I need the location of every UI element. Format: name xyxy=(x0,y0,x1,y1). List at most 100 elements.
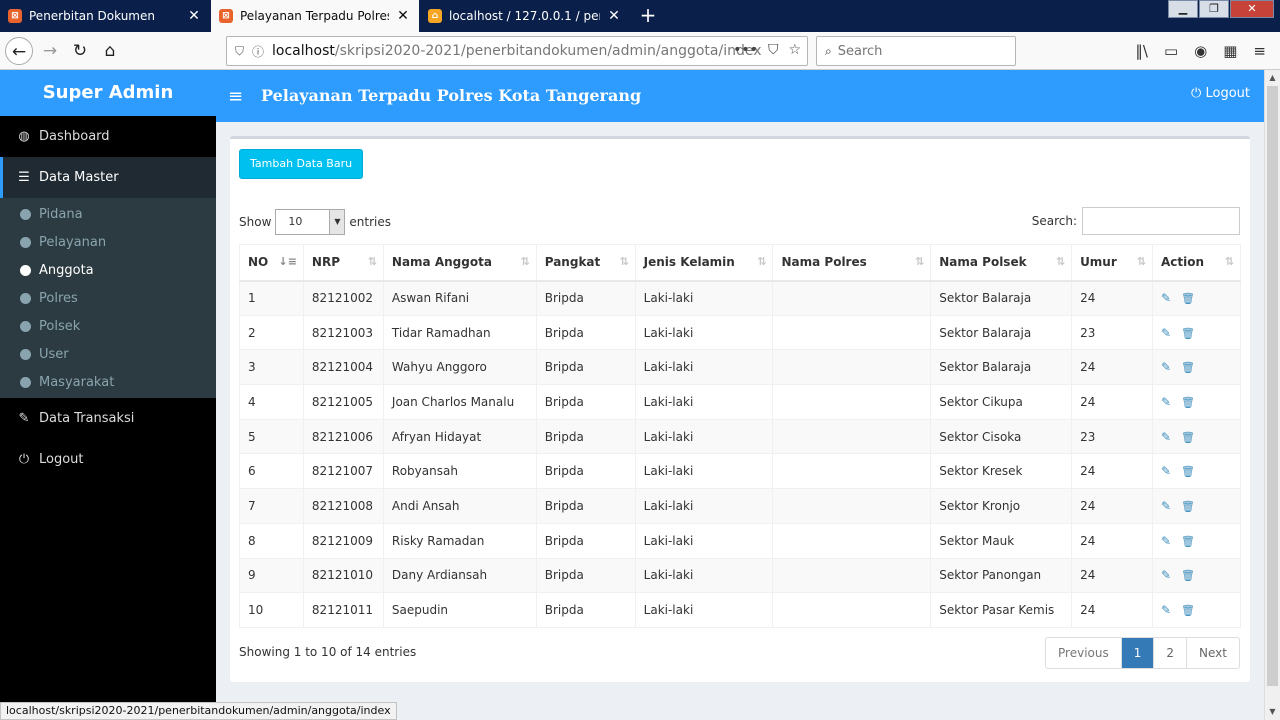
column-header[interactable]: Nama Polres ⇅ xyxy=(772,244,932,282)
sidebar-toggle-icon[interactable]: ▭ xyxy=(1164,42,1178,60)
trash-icon[interactable]: 🗑 xyxy=(1181,292,1195,305)
submenu-item-user[interactable]: User xyxy=(0,340,216,368)
pencil-icon[interactable]: ✎ xyxy=(1161,534,1171,548)
action-cell: ✎ 🗑 xyxy=(1151,384,1242,420)
pagination-next[interactable]: Next xyxy=(1186,638,1239,668)
column-header-label: Umur xyxy=(1080,255,1117,270)
sidebar-item-data-transaksi[interactable]: ✎ Data Transaksi xyxy=(0,398,216,439)
trash-icon[interactable]: 🗑 xyxy=(1181,327,1195,340)
submenu-item-anggota[interactable]: Anggota xyxy=(0,256,216,284)
submenu-item-polres[interactable]: Polres xyxy=(0,284,216,312)
page-length-select[interactable]: 10 ▼ xyxy=(275,209,346,235)
browser-tab-2[interactable]: ⊠ Pelayanan Terpadu Polres Kota ✕ xyxy=(211,0,419,32)
brand-logo[interactable]: Super Admin xyxy=(0,70,216,116)
pencil-icon[interactable]: ✎ xyxy=(1161,464,1171,478)
sort-icon[interactable]: ⇅ xyxy=(619,255,628,268)
scrollbar-thumb[interactable] xyxy=(1267,86,1278,686)
trash-icon[interactable]: 🗑 xyxy=(1181,569,1195,582)
address-bar[interactable]: ⛉ ⓘ localhost/skripsi2020-2021/penerbita… xyxy=(226,36,808,66)
extensions-icon[interactable]: ▦ xyxy=(1223,42,1237,60)
submenu-item-polsek[interactable]: Polsek xyxy=(0,312,216,340)
shield-icon[interactable]: ⛉ xyxy=(235,44,244,59)
table-cell: Dany Ardiansah xyxy=(382,557,537,594)
sort-icon[interactable]: ⇅ xyxy=(1056,255,1065,268)
pagination-previous[interactable]: Previous xyxy=(1046,638,1121,668)
sort-icon[interactable]: ⇅ xyxy=(757,255,766,268)
app-header: ≡ Pelayanan Terpadu Polres Kota Tangeran… xyxy=(216,70,1264,122)
sort-icon[interactable]: ⇅ xyxy=(915,255,924,268)
scroll-up-icon[interactable]: ▲ xyxy=(1265,70,1280,86)
pencil-icon[interactable]: ✎ xyxy=(1161,360,1171,374)
sort-icon[interactable]: ⇅ xyxy=(368,255,377,268)
pagination-page-1[interactable]: 1 xyxy=(1120,638,1154,668)
back-icon[interactable]: ← xyxy=(5,37,33,65)
table-cell: Bripda xyxy=(535,592,636,628)
sort-icon[interactable]: ↓≡ xyxy=(278,255,296,268)
browser-search-input[interactable] xyxy=(837,43,998,59)
column-header[interactable]: NO ↓≡ xyxy=(239,244,304,282)
account-icon[interactable]: ◉ xyxy=(1194,42,1207,60)
browser-tab-3[interactable]: ⌂ localhost / 127.0.0.1 / penerbita ✕ xyxy=(420,0,630,32)
sidebar-item-data-master[interactable]: ☰ Data Master xyxy=(0,157,216,198)
browser-tab-1[interactable]: ⊠ Penerbitan Dokumen ✕ xyxy=(0,0,210,32)
submenu-item-pelayanan[interactable]: Pelayanan xyxy=(0,228,216,256)
pencil-icon[interactable]: ✎ xyxy=(1161,499,1171,513)
maximize-icon[interactable]: ❐ xyxy=(1199,0,1229,18)
reload-icon[interactable]: ↻ xyxy=(66,37,94,65)
pencil-icon[interactable]: ✎ xyxy=(1161,291,1171,305)
pencil-icon[interactable]: ✎ xyxy=(1161,430,1171,444)
pencil-icon[interactable]: ✎ xyxy=(1161,568,1171,582)
bookmark-star-icon[interactable]: ☆ xyxy=(788,42,801,58)
new-tab-icon[interactable]: + xyxy=(636,4,660,28)
close-tab-icon[interactable]: ✕ xyxy=(186,8,202,24)
submenu-item-pidana[interactable]: Pidana xyxy=(0,200,216,228)
column-header[interactable]: Nama Polsek ⇅ xyxy=(930,244,1073,282)
column-header[interactable]: Jenis Kelamin ⇅ xyxy=(634,244,774,282)
column-header[interactable]: NRP ⇅ xyxy=(302,244,384,282)
close-tab-icon[interactable]: ✕ xyxy=(606,8,622,24)
sort-icon[interactable]: ⇅ xyxy=(521,255,530,268)
sort-icon[interactable]: ⇅ xyxy=(1225,255,1234,268)
trash-icon[interactable]: 🗑 xyxy=(1181,361,1195,374)
info-icon[interactable]: ⓘ xyxy=(252,43,264,60)
pencil-icon[interactable]: ✎ xyxy=(1161,603,1171,617)
column-header[interactable]: Nama Anggota ⇅ xyxy=(382,244,537,282)
close-window-icon[interactable]: ✕ xyxy=(1230,0,1274,18)
header-logout-button[interactable]: ⏻ Logout xyxy=(1191,86,1250,101)
table-cell: Bripda xyxy=(535,522,636,559)
trash-icon[interactable]: 🗑 xyxy=(1181,500,1195,513)
trash-icon[interactable]: 🗑 xyxy=(1181,396,1195,409)
forward-icon[interactable]: → xyxy=(36,37,64,65)
page-actions-icon[interactable]: ••• xyxy=(733,42,758,58)
sidebar-item-logout[interactable]: ⏻ Logout xyxy=(0,439,216,480)
add-data-button[interactable]: Tambah Data Baru xyxy=(239,149,364,179)
minimize-icon[interactable]: ▁ xyxy=(1168,0,1198,18)
trash-icon[interactable]: 🗑 xyxy=(1181,535,1195,548)
pocket-icon[interactable]: ⛉ xyxy=(768,42,779,58)
menu-icon[interactable]: ≡ xyxy=(1253,42,1266,60)
column-header[interactable]: Umur ⇅ xyxy=(1071,244,1153,282)
sort-icon[interactable]: ⇅ xyxy=(1137,255,1146,268)
home-icon[interactable]: ⌂ xyxy=(96,37,124,65)
dropdown-arrow-icon[interactable]: ▼ xyxy=(329,210,345,234)
pencil-icon[interactable]: ✎ xyxy=(1161,326,1171,340)
table-row: 10 82121011 Saepudin Bripda Laki-laki Sektor … xyxy=(239,592,1242,628)
column-header[interactable]: Pangkat ⇅ xyxy=(535,244,636,282)
browser-search-bar[interactable]: ⌕ xyxy=(816,36,1016,66)
trash-icon[interactable]: 🗑 xyxy=(1181,604,1195,617)
sidebar-item-dashboard[interactable]: ◍ Dashboard xyxy=(0,116,216,157)
table-row: 5 82121006 Afryan Hidayat Bripda Laki-laki Se… xyxy=(239,418,1242,455)
trash-icon[interactable]: 🗑 xyxy=(1181,465,1195,478)
library-icon[interactable]: ‖\ xyxy=(1135,42,1148,60)
search-label: Search: xyxy=(1031,214,1077,228)
hamburger-menu-icon[interactable]: ≡ xyxy=(228,86,243,107)
close-tab-icon[interactable]: ✕ xyxy=(395,8,411,24)
trash-icon[interactable]: 🗑 xyxy=(1181,431,1195,444)
scroll-down-icon[interactable]: ▼ xyxy=(1265,704,1280,720)
submenu-item-masyarakat[interactable]: Masyarakat xyxy=(0,368,216,396)
page-scrollbar[interactable]: ▲ ▼ xyxy=(1264,70,1280,720)
table-search-input[interactable] xyxy=(1082,207,1240,235)
pencil-icon[interactable]: ✎ xyxy=(1161,395,1171,409)
column-header[interactable]: Action ⇅ xyxy=(1151,244,1242,282)
pagination-page-2[interactable]: 2 xyxy=(1153,638,1186,668)
